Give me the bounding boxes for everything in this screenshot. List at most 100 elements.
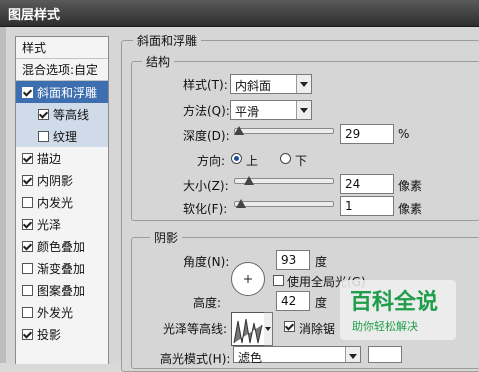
highlight-mode-label: 高光模式(H): <box>160 352 231 366</box>
altitude-input[interactable]: 42 <box>276 291 310 311</box>
size-slider-thumb[interactable] <box>244 176 254 185</box>
soften-input[interactable]: 1 <box>340 196 394 216</box>
title-bar: 图层样式 <box>0 0 479 27</box>
size-label: 大小(Z): <box>183 179 229 193</box>
technique-select-value: 平滑 <box>235 105 260 119</box>
chevron-down-icon <box>345 347 360 362</box>
size-unit: 像素 <box>398 179 423 193</box>
sidebar-item-label: 图案叠加 <box>37 283 86 298</box>
sidebar-item-pattern-overlay[interactable]: 图案叠加 <box>16 279 108 301</box>
direction-up-label[interactable]: 上 <box>246 152 258 169</box>
altitude-value: 42 <box>281 294 297 308</box>
chevron-down-icon <box>296 101 311 119</box>
technique-label: 方法(Q): <box>183 104 230 118</box>
global-light-checkbox[interactable] <box>273 275 284 286</box>
sidebar-item-label: 外发光 <box>37 305 74 320</box>
direction-down-radio[interactable] <box>280 153 291 164</box>
highlight-color-swatch[interactable] <box>368 346 402 363</box>
bevel-emboss-checkbox[interactable] <box>22 86 33 98</box>
drop-shadow-checkbox[interactable] <box>22 328 33 340</box>
shading-title: 阴影 <box>150 229 183 246</box>
style-label: 样式(T): <box>183 78 228 92</box>
direction-label: 方向: <box>197 154 226 168</box>
sidebar-item-contour[interactable]: 等高线 <box>16 103 108 125</box>
inner-glow-checkbox[interactable] <box>22 196 33 208</box>
angle-value: 93 <box>281 253 297 267</box>
contour-dropdown[interactable] <box>264 312 273 346</box>
gradient-overlay-checkbox[interactable] <box>22 262 33 274</box>
sidebar-item-inner-shadow[interactable]: 内阴影 <box>16 169 108 191</box>
satin-checkbox[interactable] <box>22 218 33 230</box>
chevron-down-icon <box>265 327 271 331</box>
bevel-emboss-title: 斜面和浮雕 <box>133 32 202 49</box>
sidebar-item-drop-shadow[interactable]: 投影 <box>16 323 108 345</box>
gloss-contour-preview[interactable] <box>231 312 265 346</box>
altitude-unit: 度 <box>315 296 328 310</box>
crosshair-icon <box>244 275 252 283</box>
chevron-down-icon <box>296 75 311 93</box>
style-select-value: 内斜面 <box>235 79 272 93</box>
size-value: 24 <box>345 177 361 191</box>
sidebar-item-label: 颜色叠加 <box>37 239 86 254</box>
direction-up-radio[interactable] <box>231 153 242 164</box>
depth-label: 深度(D): <box>183 129 230 143</box>
highlight-mode-select[interactable]: 滤色 <box>233 346 361 365</box>
gloss-contour-label: 光泽等高线: <box>163 322 228 336</box>
soften-label: 软化(F): <box>183 202 228 216</box>
sidebar-header[interactable]: 样式 <box>16 37 108 59</box>
outer-glow-checkbox[interactable] <box>22 306 33 318</box>
contour-curve-icon <box>233 318 263 344</box>
angle-dial[interactable] <box>231 262 265 296</box>
sidebar-item-label: 光泽 <box>37 217 62 232</box>
sidebar-item-label: 混合选项:自定 <box>22 63 99 77</box>
depth-input[interactable]: 29 <box>340 124 394 144</box>
sidebar-item-label: 投影 <box>37 327 62 342</box>
sidebar-item-blending-options[interactable]: 混合选项:自定 <box>16 59 108 81</box>
angle-label: 角度(N): <box>183 255 230 269</box>
size-input[interactable]: 24 <box>340 174 394 194</box>
pattern-overlay-checkbox[interactable] <box>22 284 33 296</box>
soften-unit: 像素 <box>398 202 423 216</box>
sidebar-item-label: 内阴影 <box>37 173 74 188</box>
sidebar-item-gradient-overlay[interactable]: 渐变叠加 <box>16 257 108 279</box>
styles-sidebar: 样式 混合选项:自定 斜面和浮雕 等高线 纹理 描边 内阴影 内发光 光泽 颜色… <box>15 36 109 364</box>
window-title: 图层样式 <box>8 8 61 23</box>
sidebar-item-outer-glow[interactable]: 外发光 <box>16 301 108 323</box>
angle-unit: 度 <box>315 255 328 269</box>
technique-select[interactable]: 平滑 <box>230 100 312 120</box>
altitude-label: 高度: <box>193 296 222 310</box>
sidebar-item-label: 渐变叠加 <box>37 261 86 276</box>
size-slider[interactable] <box>234 176 334 185</box>
soften-slider[interactable] <box>234 199 334 208</box>
sidebar-item-bevel-emboss[interactable]: 斜面和浮雕 <box>16 81 108 103</box>
contour-checkbox[interactable] <box>38 108 49 120</box>
watermark-title: 百科全说 <box>350 290 439 315</box>
soften-value: 1 <box>345 199 353 213</box>
antialias-label[interactable]: 消除锯 <box>299 320 335 337</box>
soften-slider-thumb[interactable] <box>236 199 246 208</box>
sidebar-item-color-overlay[interactable]: 颜色叠加 <box>16 235 108 257</box>
color-overlay-checkbox[interactable] <box>22 240 33 252</box>
stroke-checkbox[interactable] <box>22 152 33 164</box>
direction-down-label[interactable]: 下 <box>295 152 307 169</box>
texture-checkbox[interactable] <box>38 130 49 142</box>
antialias-checkbox[interactable] <box>284 321 295 332</box>
watermark-subtitle: 助你轻松解决 <box>352 320 418 333</box>
left-edge-bar <box>0 27 6 363</box>
sidebar-item-label: 斜面和浮雕 <box>37 85 98 100</box>
sidebar-item-stroke[interactable]: 描边 <box>16 147 108 169</box>
inner-shadow-checkbox[interactable] <box>22 174 33 186</box>
depth-unit: % <box>398 127 410 141</box>
depth-slider-thumb[interactable] <box>234 126 244 135</box>
sidebar-item-satin[interactable]: 光泽 <box>16 213 108 235</box>
depth-slider[interactable] <box>234 126 334 135</box>
sidebar-item-label: 等高线 <box>53 107 90 122</box>
style-select[interactable]: 内斜面 <box>230 74 312 94</box>
sidebar-item-texture[interactable]: 纹理 <box>16 125 108 147</box>
depth-value: 29 <box>345 127 361 141</box>
sidebar-item-inner-glow[interactable]: 内发光 <box>16 191 108 213</box>
angle-input[interactable]: 93 <box>276 250 310 270</box>
sidebar-item-label: 描边 <box>37 151 62 166</box>
sidebar-header-label: 样式 <box>22 41 47 55</box>
watermark: 百科全说 助你轻松解决 <box>340 280 456 340</box>
